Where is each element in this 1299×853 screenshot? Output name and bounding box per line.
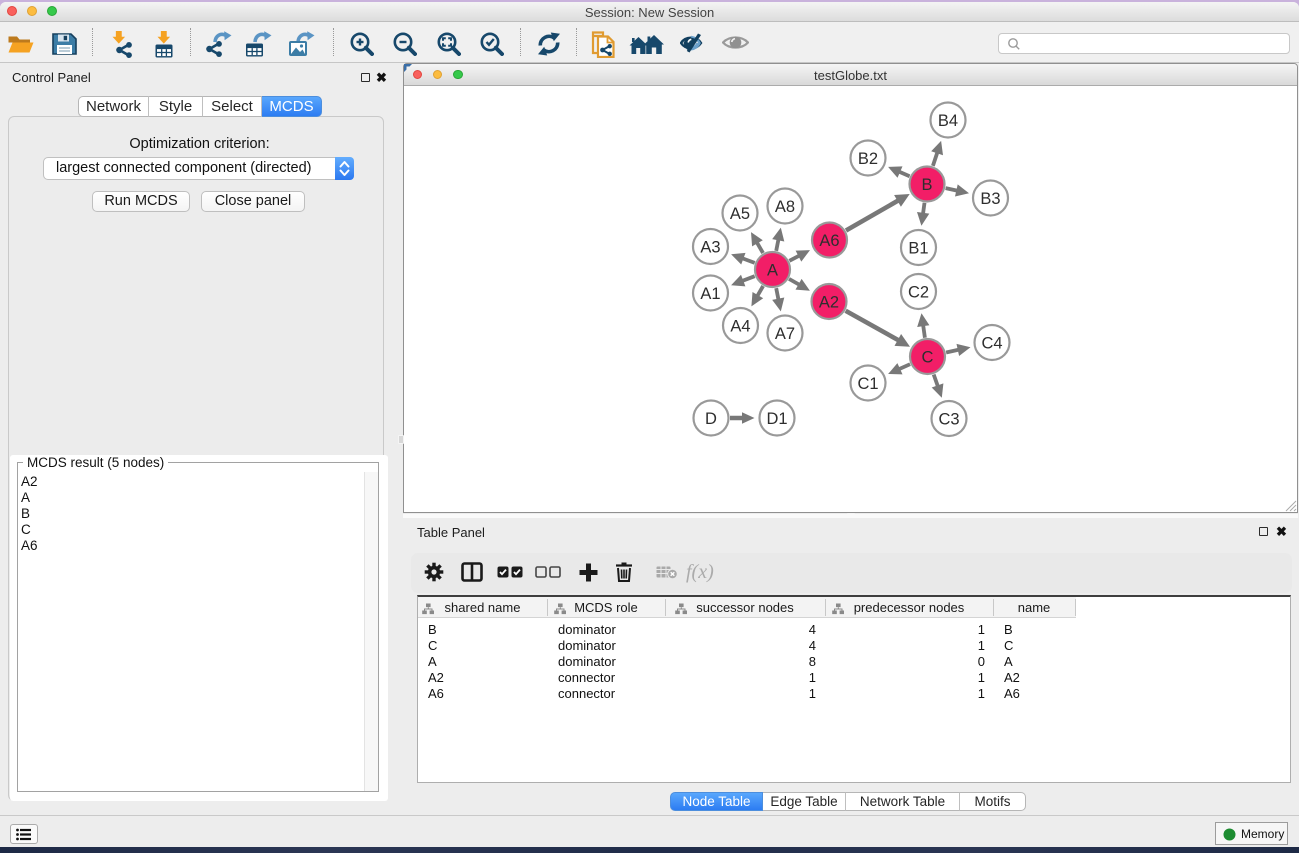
svg-text:B1: B1	[908, 239, 928, 257]
svg-text:A1: A1	[700, 285, 720, 303]
svg-text:A6: A6	[819, 232, 839, 250]
svg-text:D: D	[705, 410, 717, 428]
svg-text:C: C	[922, 348, 934, 366]
svg-text:B4: B4	[938, 112, 958, 130]
svg-text:A7: A7	[775, 325, 795, 343]
svg-text:A4: A4	[730, 317, 750, 335]
svg-text:A2: A2	[819, 293, 839, 311]
svg-text:A: A	[767, 261, 778, 279]
svg-text:B3: B3	[980, 190, 1000, 208]
svg-text:A3: A3	[700, 238, 720, 256]
svg-text:B2: B2	[858, 150, 878, 168]
svg-text:A5: A5	[730, 205, 750, 223]
svg-text:A8: A8	[775, 198, 795, 216]
svg-text:D1: D1	[766, 410, 787, 428]
svg-text:C2: C2	[908, 283, 929, 301]
svg-text:B: B	[921, 176, 932, 194]
svg-text:C1: C1	[857, 375, 878, 393]
svg-text:C3: C3	[938, 410, 959, 428]
svg-text:C4: C4	[981, 334, 1002, 352]
